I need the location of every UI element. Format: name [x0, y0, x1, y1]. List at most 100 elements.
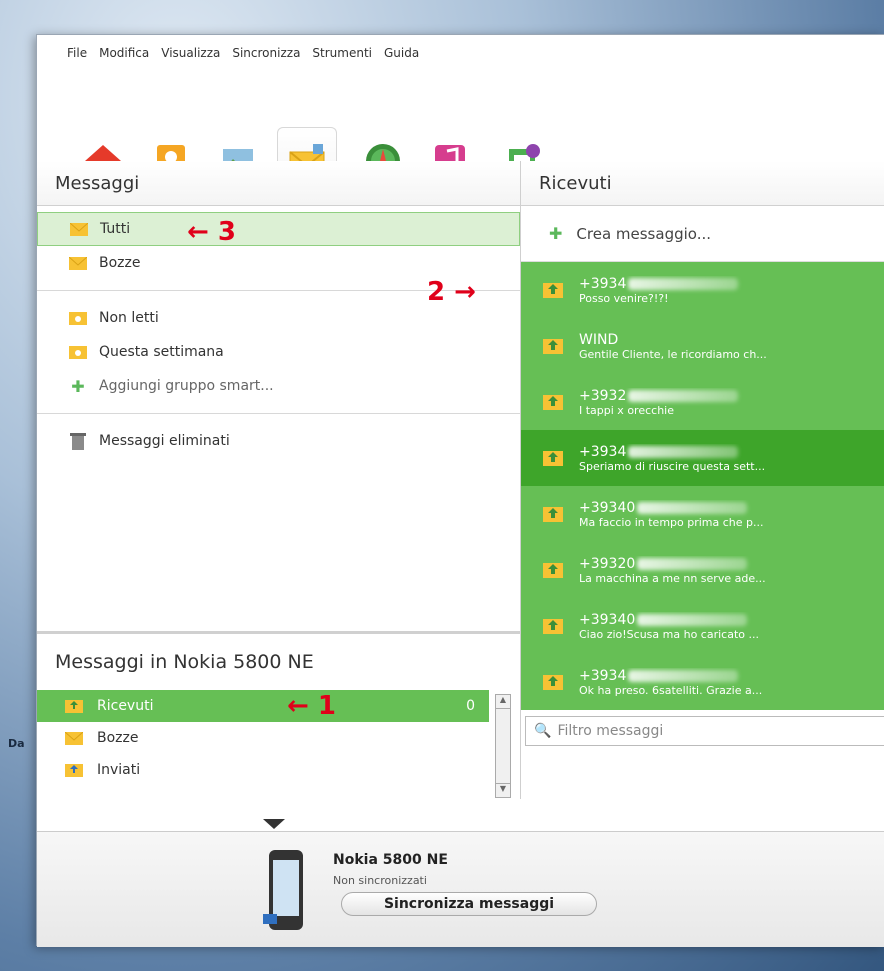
device-drafts[interactable]: Bozze: [37, 722, 521, 754]
plus-icon: ✚: [549, 224, 563, 243]
menu-visualizza[interactable]: Visualizza: [161, 46, 220, 60]
folder-drafts-label: Bozze: [99, 255, 141, 271]
message-preview: Ciao zio!Scusa ma ho caricato ...: [579, 627, 759, 641]
redacted-number: [628, 445, 739, 458]
annotation-3: ← 3: [187, 217, 236, 247]
envelope-icon: [65, 731, 83, 745]
message-item[interactable]: +39340 Ma faccio in tempo prima che p...: [521, 486, 884, 542]
add-smart-group[interactable]: ✚ Aggiungi gruppo smart...: [37, 369, 520, 403]
message-item[interactable]: +39340 Ciao zio!Scusa ma ho caricato ...: [521, 598, 884, 654]
received-message-icon: [543, 674, 563, 690]
received-message-icon: [543, 282, 563, 298]
message-text: WIND Gentile Cliente, le ricordiamo ch...: [579, 332, 829, 361]
trash-icon: [70, 433, 86, 450]
message-sender: WIND: [579, 331, 619, 348]
menu-sincronizza[interactable]: Sincronizza: [232, 46, 300, 60]
message-list: +3934 Posso venire?!?! WIND Gentile Cliente…: [521, 262, 884, 710]
device-messages-panel: Messaggi in Nokia 5800 NE Ricevuti 0 Boz…: [37, 631, 521, 831]
message-sender: +3932: [579, 388, 829, 404]
device-name: Nokia 5800 NE: [333, 852, 448, 868]
message-text: +3932 I tappi x orecchie: [579, 388, 829, 417]
message-sender: +3934: [579, 668, 829, 684]
scroll-up-button[interactable]: ▲: [496, 695, 510, 709]
redacted-number: [637, 613, 748, 626]
folder-drafts[interactable]: Bozze: [37, 246, 520, 280]
message-item[interactable]: WIND Gentile Cliente, le ricordiamo ch...: [521, 318, 884, 374]
phone-icon: [263, 850, 303, 930]
menu-bar: File Modifica Visualizza Sincronizza Str…: [37, 35, 884, 71]
message-item[interactable]: +3934 Ok ha preso. 6satelliti. Grazie a..…: [521, 654, 884, 710]
redacted-number: [628, 389, 739, 402]
plus-icon: ✚: [71, 376, 85, 396]
smart-this-week[interactable]: Questa settimana: [37, 335, 520, 369]
inbox-title: Ricevuti: [521, 161, 884, 206]
device-panel-title: Messaggi in Nokia 5800 NE: [55, 651, 314, 673]
message-preview: Ma faccio in tempo prima che p...: [579, 515, 764, 529]
received-message-icon: [543, 394, 563, 410]
search-icon: 🔍: [534, 723, 552, 739]
received-message-icon: [543, 450, 563, 466]
message-item[interactable]: +3932 I tappi x orecchie: [521, 374, 884, 430]
device-inbox[interactable]: Ricevuti 0: [37, 690, 489, 722]
received-message-icon: [543, 506, 563, 522]
desktop-label: Da: [8, 737, 25, 750]
message-preview: Gentile Cliente, le ricordiamo ch...: [579, 347, 767, 361]
device-drafts-label: Bozze: [97, 730, 139, 746]
folder-all-label: Tutti: [100, 221, 131, 237]
device-sent-label: Inviati: [97, 762, 141, 778]
message-sender: +3934: [579, 444, 829, 460]
menu-strumenti[interactable]: Strumenti: [312, 46, 372, 60]
inbox-panel: Ricevuti ✚ Crea messaggio... +3934 Posso …: [521, 161, 884, 831]
redacted-number: [628, 669, 739, 682]
message-sender: +39320: [579, 556, 829, 572]
nokia-suite-window: File Modifica Visualizza Sincronizza Str…: [36, 34, 884, 947]
message-preview: Ok ha preso. 6satelliti. Grazie a...: [579, 683, 763, 697]
add-smart-group-label: Aggiungi gruppo smart...: [99, 378, 274, 394]
message-text: +3934 Speriamo di riuscire questa sett...: [579, 444, 829, 473]
redacted-number: [637, 557, 748, 570]
device-status-bar: Nokia 5800 NE Non sincronizzati Sincroni…: [37, 831, 884, 947]
compose-message[interactable]: ✚ Crea messaggio...: [521, 206, 884, 262]
menu-guida[interactable]: Guida: [384, 46, 419, 60]
received-message-icon: [543, 338, 563, 354]
received-message-icon: [543, 618, 563, 634]
sent-icon: [65, 763, 83, 777]
collapse-icon[interactable]: [259, 815, 289, 831]
menu-modifica[interactable]: Modifica: [99, 46, 149, 60]
smart-folder-icon: [69, 311, 87, 325]
message-item[interactable]: +3934 Speriamo di riuscire questa sett...: [521, 430, 884, 486]
smart-folder-icon: [69, 345, 87, 359]
device-list-scrollbar[interactable]: ▲ ▼: [495, 694, 511, 798]
message-preview: Posso venire?!?!: [579, 291, 669, 305]
device-inbox-label: Ricevuti: [97, 698, 154, 714]
message-text: +3934 Ok ha preso. 6satelliti. Grazie a..…: [579, 668, 829, 697]
message-preview: Speriamo di riuscire questa sett...: [579, 459, 766, 473]
message-sender: +39340: [579, 500, 829, 516]
divider: [37, 413, 520, 414]
filter-field[interactable]: 🔍 Filtro messaggi: [525, 716, 884, 746]
menu-file[interactable]: File: [67, 46, 87, 60]
smart-this-week-label: Questa settimana: [99, 344, 224, 360]
filter-placeholder: Filtro messaggi: [557, 723, 664, 739]
scroll-down-button[interactable]: ▼: [496, 783, 510, 797]
annotation-2: 2 →: [427, 277, 476, 307]
message-item[interactable]: +3934 Posso venire?!?!: [521, 262, 884, 318]
folders-title: Messaggi: [37, 161, 520, 206]
redacted-number: [628, 277, 739, 290]
envelope-icon: [69, 256, 87, 270]
message-item[interactable]: +39320 La macchina a me nn serve ade...: [521, 542, 884, 598]
message-text: +39320 La macchina a me nn serve ade...: [579, 556, 829, 585]
smart-unread-label: Non letti: [99, 310, 159, 326]
message-preview: La macchina a me nn serve ade...: [579, 571, 766, 585]
folder-all[interactable]: Tutti: [37, 212, 520, 246]
message-text: +3934 Posso venire?!?!: [579, 276, 829, 305]
annotation-1: ← 1: [287, 691, 336, 721]
sync-status: Non sincronizzati: [333, 874, 427, 887]
message-preview: I tappi x orecchie: [579, 403, 674, 417]
sync-messages-button[interactable]: Sincronizza messaggi: [341, 892, 597, 916]
inbox-icon: [65, 699, 83, 713]
deleted-messages[interactable]: Messaggi eliminati: [37, 424, 520, 458]
message-text: +39340 Ma faccio in tempo prima che p...: [579, 500, 829, 529]
device-sent[interactable]: Inviati: [37, 754, 521, 786]
redacted-number: [637, 501, 748, 514]
